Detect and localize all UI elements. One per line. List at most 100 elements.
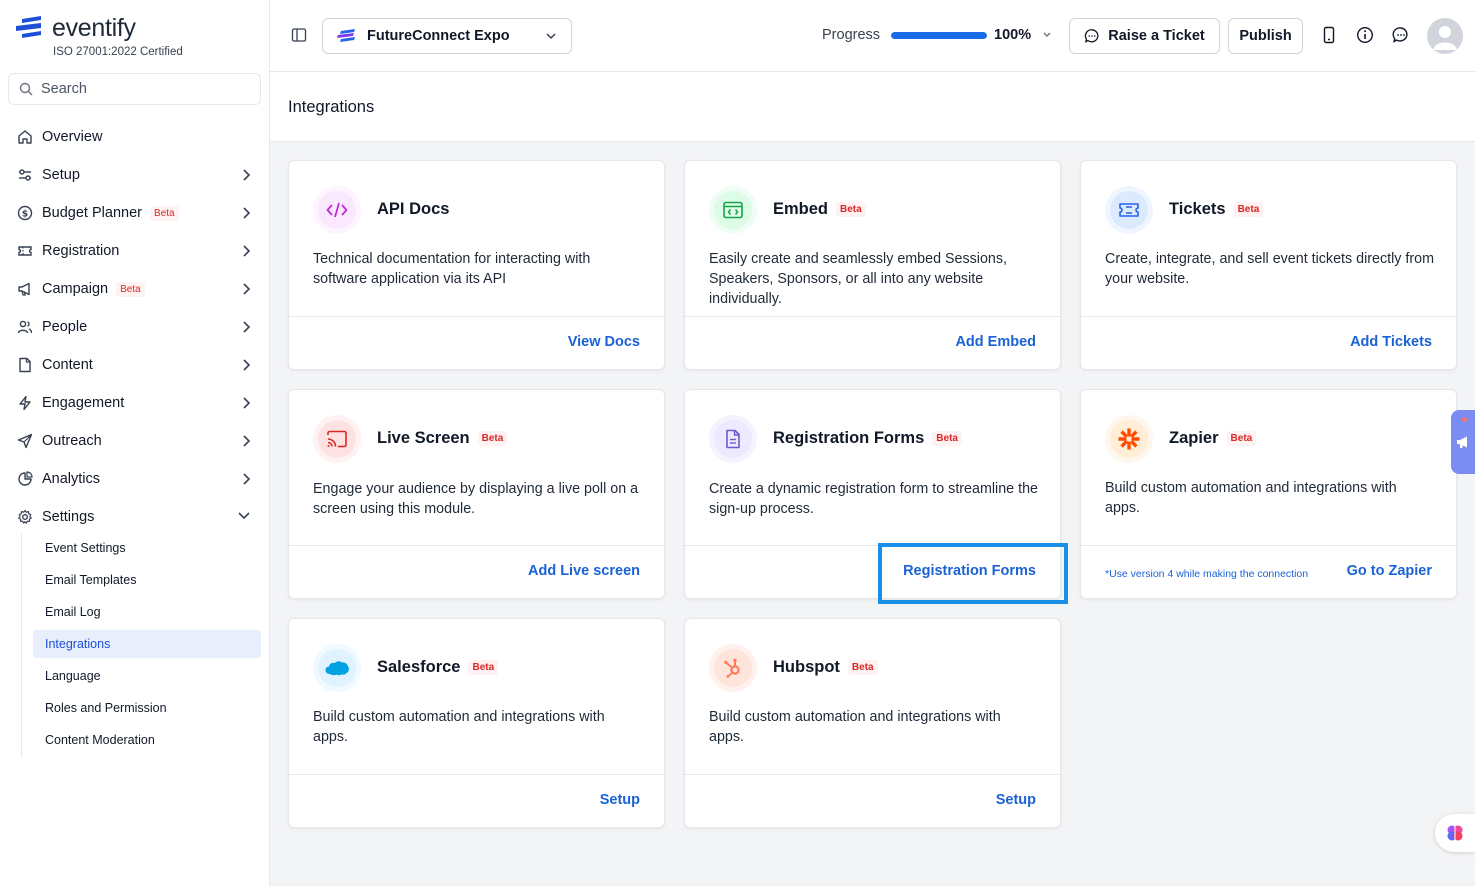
chevron-right-icon — [243, 207, 251, 219]
event-selector[interactable]: FutureConnect Expo — [322, 18, 572, 54]
card-title-text: Live Screen — [377, 429, 470, 447]
search-icon — [19, 82, 33, 96]
ticket-icon — [1119, 203, 1139, 217]
card-footer: View Docs — [289, 316, 664, 370]
card-title-text: API Docs — [377, 200, 450, 218]
add-tickets-link[interactable]: Add Tickets — [1350, 334, 1432, 350]
hubspot-icon-wrap — [709, 644, 757, 692]
user-avatar[interactable] — [1427, 18, 1463, 54]
chevron-right-icon — [243, 321, 251, 333]
card-description: Build custom automation and integrations… — [1105, 480, 1397, 516]
sidebar-item-budget-planner[interactable]: $ Budget Planner Beta — [8, 194, 261, 232]
chevron-right-icon — [243, 169, 251, 181]
card-title-text: Tickets — [1169, 200, 1226, 218]
sidebar-item-analytics[interactable]: Analytics — [8, 460, 261, 498]
raise-ticket-button[interactable]: Raise a Ticket — [1069, 18, 1220, 54]
message-icon — [1392, 27, 1408, 43]
send-icon — [16, 432, 34, 450]
app-logo[interactable]: eventify — [16, 14, 136, 43]
sidebar-item-people[interactable]: People — [8, 308, 261, 346]
card-footer: Setup — [289, 774, 664, 828]
sidebar-item-registration[interactable]: Registration — [8, 232, 261, 270]
subnav-item-event-settings[interactable]: Event Settings — [33, 534, 261, 562]
view-docs-link[interactable]: View Docs — [568, 334, 640, 350]
card-title: Registration Forms Beta — [773, 429, 962, 448]
beta-badge: Beta — [847, 660, 878, 675]
sidebar-item-settings[interactable]: Settings — [8, 498, 261, 536]
mobile-preview-button[interactable] — [1321, 26, 1337, 44]
add-embed-link[interactable]: Add Embed — [955, 334, 1036, 350]
progress-bar-fill — [891, 32, 987, 39]
sidebar-nav: Overview Setup $ Budget Planner Beta Reg… — [8, 118, 261, 536]
card-description: Build custom automation and integrations… — [313, 709, 605, 745]
sidebar-item-label: Analytics — [42, 471, 101, 487]
api-docs-icon-wrap — [313, 186, 361, 234]
subnav-item-email-log[interactable]: Email Log — [33, 598, 261, 626]
svg-text:$: $ — [22, 210, 28, 220]
subnav-item-roles-and-permission[interactable]: Roles and Permission — [33, 694, 261, 722]
sidebar-item-overview[interactable]: Overview — [8, 118, 261, 156]
subnav-item-content-moderation[interactable]: Content Moderation — [33, 726, 261, 754]
subnav-item-email-templates[interactable]: Email Templates — [33, 566, 261, 594]
chat-button[interactable] — [1392, 26, 1410, 44]
sidebar-item-setup[interactable]: Setup — [8, 156, 261, 194]
search-box[interactable] — [8, 73, 261, 105]
info-button[interactable] — [1356, 26, 1374, 44]
announcement-icon — [1457, 436, 1467, 448]
embed-icon — [723, 201, 743, 219]
beta-badge: Beta — [1233, 202, 1264, 217]
sidebar-item-label: People — [42, 319, 88, 335]
integration-card-salesforce: Salesforce Beta Build custom automation a… — [288, 618, 665, 828]
card-description: Create, integrate, and sell event ticket… — [1105, 251, 1434, 287]
sidebar-item-engagement[interactable]: Engagement — [8, 384, 261, 422]
sidebar-item-label: Campaign — [42, 281, 109, 297]
go-to-zapier-link[interactable]: Go to Zapier — [1347, 563, 1432, 579]
chevron-down-icon[interactable] — [1042, 31, 1052, 39]
eventify-logo-icon — [16, 15, 41, 38]
chevron-right-icon — [243, 359, 251, 371]
beta-badge: Beta — [116, 281, 145, 297]
subnav-item-language[interactable]: Language — [33, 662, 261, 690]
dollar-icon: $ — [16, 204, 34, 222]
event-logo-icon — [337, 29, 355, 42]
publish-button[interactable]: Publish — [1228, 18, 1303, 54]
tickets-icon-wrap — [1105, 186, 1153, 234]
registration-forms-icon-wrap — [709, 415, 757, 463]
chevron-right-icon — [243, 283, 251, 295]
salesforce-icon-wrap — [313, 644, 361, 692]
sidebar-item-label: Settings — [42, 509, 95, 525]
search-input[interactable] — [41, 81, 241, 97]
ai-assistant-button[interactable] — [1435, 814, 1475, 852]
embed-icon-wrap — [709, 186, 757, 234]
zapier-version-note: *Use version 4 while making the connecti… — [1105, 568, 1309, 580]
sidebar-item-label: Budget Planner — [42, 205, 142, 221]
live-screen-icon-wrap — [313, 415, 361, 463]
sidebar-item-outreach[interactable]: Outreach — [8, 422, 261, 460]
sidebar-toggle-button[interactable] — [291, 27, 307, 43]
topbar: FutureConnect Expo Progress 100% Raise a… — [270, 0, 1475, 72]
chevron-right-icon — [243, 397, 251, 409]
card-title: API Docs — [377, 200, 449, 219]
chat-bubble-icon — [1085, 29, 1099, 43]
card-footer: Add Tickets — [1081, 316, 1456, 370]
sidebar-item-content[interactable]: Content — [8, 346, 261, 384]
megaphone-icon — [16, 280, 34, 298]
sidebar-item-campaign[interactable]: Campaign Beta — [8, 270, 261, 308]
integration-card-zapier: Zapier Beta Build custom automation and i… — [1080, 389, 1457, 599]
beta-badge: Beta — [149, 205, 179, 221]
chevron-down-icon — [546, 33, 556, 40]
card-description: Engage your audience by displaying a liv… — [313, 481, 639, 517]
chevron-right-icon — [243, 245, 251, 257]
salesforce-setup-link[interactable]: Setup — [600, 792, 640, 808]
hubspot-setup-link[interactable]: Setup — [996, 792, 1036, 808]
add-live-screen-link[interactable]: Add Live screen — [528, 563, 640, 579]
beta-badge: Beta — [468, 660, 499, 675]
card-footer: Add Embed — [685, 316, 1060, 370]
sidebar-item-label: Setup — [42, 167, 80, 183]
ticket-icon — [16, 242, 34, 260]
file-icon — [16, 356, 34, 374]
card-description: Easily create and seamlessly embed Sessi… — [709, 251, 1007, 307]
subnav-item-integrations[interactable]: Integrations — [33, 630, 261, 658]
focus-highlight — [878, 543, 1068, 604]
integration-card-hubspot: Hubspot Beta Build custom automation and … — [684, 618, 1061, 828]
